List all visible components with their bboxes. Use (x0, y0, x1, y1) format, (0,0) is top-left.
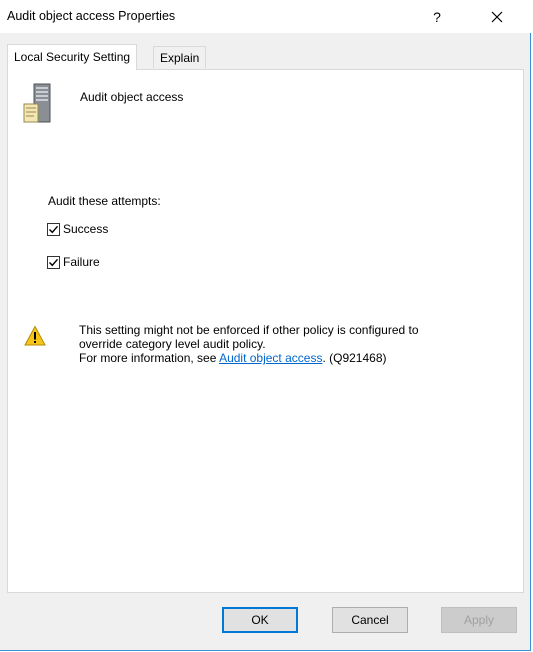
audit-attempts-label: Audit these attempts: (48, 194, 161, 208)
title-bar: Audit object access Properties ? (0, 0, 531, 33)
server-policy-icon (22, 82, 52, 126)
properties-dialog: Audit object access Properties ? Local S… (0, 0, 531, 651)
tab-explain[interactable]: Explain (153, 46, 207, 68)
warning-kb-reference: . (Q921468) (322, 351, 387, 365)
warning-message: This setting might not be enforced if ot… (79, 323, 499, 365)
close-icon (491, 11, 503, 23)
warning-line-1: This setting might not be enforced if ot… (79, 323, 419, 337)
failure-checkbox[interactable] (47, 255, 60, 269)
close-button[interactable] (482, 4, 512, 30)
checkmark-icon (49, 225, 59, 233)
success-checkbox-row[interactable]: Success (47, 222, 108, 236)
tab-local-security-setting[interactable]: Local Security Setting (7, 44, 138, 70)
failure-checkbox-row[interactable]: Failure (47, 255, 100, 269)
window-title: Audit object access Properties (7, 9, 176, 23)
policy-name: Audit object access (80, 90, 184, 104)
success-checkbox[interactable] (47, 222, 60, 236)
warning-line-3-prefix: For more information, see (79, 351, 217, 365)
audit-object-access-link[interactable]: Audit object access (219, 351, 322, 365)
ok-button[interactable]: OK (222, 607, 298, 633)
apply-button[interactable]: Apply (441, 607, 517, 633)
failure-label: Failure (63, 255, 100, 269)
help-button[interactable]: ? (424, 4, 450, 30)
cancel-button[interactable]: Cancel (332, 607, 408, 633)
checkmark-icon (49, 258, 59, 266)
success-label: Success (63, 222, 109, 236)
warning-line-3: For more information, see Audit object a… (79, 351, 499, 365)
warning-icon (24, 325, 46, 347)
warning-line-2: override category level audit policy. (79, 337, 266, 351)
